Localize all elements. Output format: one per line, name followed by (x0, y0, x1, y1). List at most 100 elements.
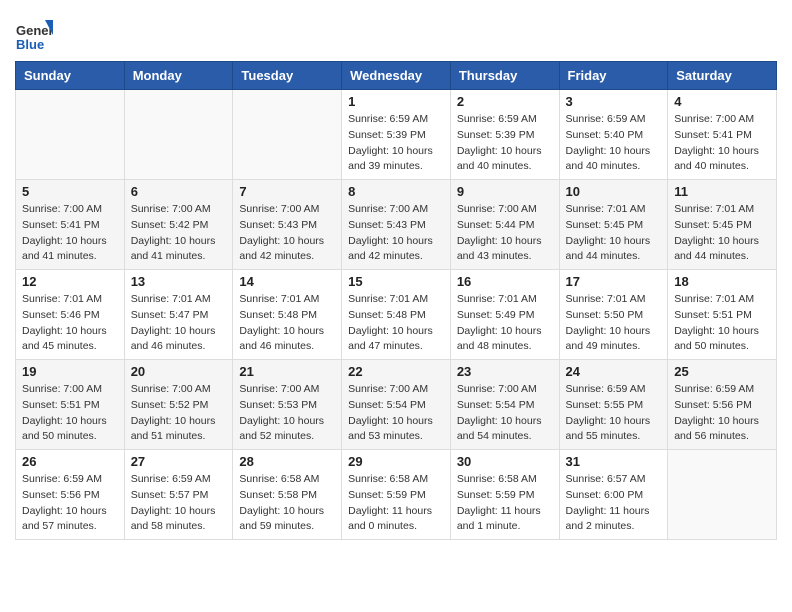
calendar-cell: 23 Sunrise: 7:00 AMSunset: 5:54 PMDayligh… (450, 360, 559, 450)
day-of-week-header: Thursday (450, 62, 559, 90)
calendar-cell: 10Sunrise: 7:01 AMSunset: 5:45 PMDayligh… (559, 180, 668, 270)
calendar-table: SundayMondayTuesdayWednesdayThursdayFrid… (15, 61, 777, 540)
day-info: Sunrise: 6:59 AMSunset: 5:56 PMDaylight:… (674, 382, 770, 445)
calendar-cell: 6 Sunrise: 7:00 AMSunset: 5:42 PMDaylight… (124, 180, 233, 270)
day-number: 19 (22, 364, 118, 379)
day-number: 18 (674, 274, 770, 289)
day-info: Sunrise: 7:01 AMSunset: 5:45 PMDaylight:… (674, 202, 770, 265)
calendar-cell: 19 Sunrise: 7:00 AMSunset: 5:51 PMDayligh… (16, 360, 125, 450)
day-number: 23 (457, 364, 553, 379)
day-number: 22 (348, 364, 444, 379)
day-of-week-header: Sunday (16, 62, 125, 90)
calendar-header-row: SundayMondayTuesdayWednesdayThursdayFrid… (16, 62, 777, 90)
day-info: Sunrise: 7:00 AMSunset: 5:54 PMDaylight:… (348, 382, 444, 445)
day-number: 24 (566, 364, 662, 379)
day-of-week-header: Saturday (668, 62, 777, 90)
day-number: 30 (457, 454, 553, 469)
calendar-cell: 8 Sunrise: 7:00 AMSunset: 5:43 PMDaylight… (342, 180, 451, 270)
day-number: 1 (348, 94, 444, 109)
day-info: Sunrise: 6:58 AMSunset: 5:59 PMDaylight:… (457, 472, 553, 535)
calendar-cell: 2 Sunrise: 6:59 AMSunset: 5:39 PMDaylight… (450, 90, 559, 180)
calendar-cell: 7 Sunrise: 7:00 AMSunset: 5:43 PMDaylight… (233, 180, 342, 270)
day-info: Sunrise: 7:00 AMSunset: 5:53 PMDaylight:… (239, 382, 335, 445)
day-info: Sunrise: 7:00 AMSunset: 5:43 PMDaylight:… (239, 202, 335, 265)
day-info: Sunrise: 6:59 AMSunset: 5:39 PMDaylight:… (348, 112, 444, 175)
day-info: Sunrise: 6:59 AMSunset: 5:55 PMDaylight:… (566, 382, 662, 445)
day-info: Sunrise: 7:00 AMSunset: 5:54 PMDaylight:… (457, 382, 553, 445)
logo-icon: General Blue (15, 15, 53, 53)
day-number: 29 (348, 454, 444, 469)
day-number: 20 (131, 364, 227, 379)
day-of-week-header: Tuesday (233, 62, 342, 90)
page-header: General Blue (15, 10, 777, 53)
calendar-week-row: 1 Sunrise: 6:59 AMSunset: 5:39 PMDaylight… (16, 90, 777, 180)
day-info: Sunrise: 7:00 AMSunset: 5:41 PMDaylight:… (674, 112, 770, 175)
day-number: 25 (674, 364, 770, 379)
calendar-cell: 11Sunrise: 7:01 AMSunset: 5:45 PMDayligh… (668, 180, 777, 270)
day-info: Sunrise: 7:00 AMSunset: 5:51 PMDaylight:… (22, 382, 118, 445)
day-info: Sunrise: 7:00 AMSunset: 5:42 PMDaylight:… (131, 202, 227, 265)
calendar-cell (668, 450, 777, 540)
day-number: 2 (457, 94, 553, 109)
day-number: 28 (239, 454, 335, 469)
day-info: Sunrise: 7:00 AMSunset: 5:44 PMDaylight:… (457, 202, 553, 265)
day-info: Sunrise: 6:59 AMSunset: 5:57 PMDaylight:… (131, 472, 227, 535)
day-number: 5 (22, 184, 118, 199)
calendar-cell: 14Sunrise: 7:01 AMSunset: 5:48 PMDayligh… (233, 270, 342, 360)
calendar-cell: 27 Sunrise: 6:59 AMSunset: 5:57 PMDayligh… (124, 450, 233, 540)
calendar-cell: 15Sunrise: 7:01 AMSunset: 5:48 PMDayligh… (342, 270, 451, 360)
day-number: 26 (22, 454, 118, 469)
calendar-cell: 20 Sunrise: 7:00 AMSunset: 5:52 PMDayligh… (124, 360, 233, 450)
svg-text:Blue: Blue (16, 37, 44, 52)
logo: General Blue (15, 15, 57, 53)
calendar-cell: 25 Sunrise: 6:59 AMSunset: 5:56 PMDayligh… (668, 360, 777, 450)
calendar-cell: 18Sunrise: 7:01 AMSunset: 5:51 PMDayligh… (668, 270, 777, 360)
svg-text:General: General (16, 23, 53, 38)
calendar-week-row: 5Sunrise: 7:00 AMSunset: 5:41 PMDaylight… (16, 180, 777, 270)
day-info: Sunrise: 6:58 AMSunset: 5:59 PMDaylight:… (348, 472, 444, 535)
day-number: 12 (22, 274, 118, 289)
day-info: Sunrise: 7:00 AMSunset: 5:43 PMDaylight:… (348, 202, 444, 265)
day-info: Sunrise: 7:01 AMSunset: 5:47 PMDaylight:… (131, 292, 227, 355)
calendar-cell (16, 90, 125, 180)
day-number: 27 (131, 454, 227, 469)
calendar-cell: 4 Sunrise: 7:00 AMSunset: 5:41 PMDaylight… (668, 90, 777, 180)
day-number: 14 (239, 274, 335, 289)
day-number: 16 (457, 274, 553, 289)
calendar-cell: 30 Sunrise: 6:58 AMSunset: 5:59 PMDayligh… (450, 450, 559, 540)
calendar-cell: 26 Sunrise: 6:59 AMSunset: 5:56 PMDayligh… (16, 450, 125, 540)
day-number: 6 (131, 184, 227, 199)
calendar-cell (233, 90, 342, 180)
day-number: 15 (348, 274, 444, 289)
day-info: Sunrise: 7:00 AMSunset: 5:52 PMDaylight:… (131, 382, 227, 445)
calendar-cell: 17 Sunrise: 7:01 AMSunset: 5:50 PMDayligh… (559, 270, 668, 360)
calendar-week-row: 26 Sunrise: 6:59 AMSunset: 5:56 PMDayligh… (16, 450, 777, 540)
day-number: 8 (348, 184, 444, 199)
calendar-cell: 21Sunrise: 7:00 AMSunset: 5:53 PMDayligh… (233, 360, 342, 450)
day-number: 9 (457, 184, 553, 199)
calendar-week-row: 19 Sunrise: 7:00 AMSunset: 5:51 PMDayligh… (16, 360, 777, 450)
day-number: 4 (674, 94, 770, 109)
calendar-cell: 29 Sunrise: 6:58 AMSunset: 5:59 PMDayligh… (342, 450, 451, 540)
day-info: Sunrise: 7:01 AMSunset: 5:45 PMDaylight:… (566, 202, 662, 265)
day-info: Sunrise: 7:01 AMSunset: 5:49 PMDaylight:… (457, 292, 553, 355)
day-number: 31 (566, 454, 662, 469)
day-info: Sunrise: 7:01 AMSunset: 5:50 PMDaylight:… (566, 292, 662, 355)
calendar-cell: 31 Sunrise: 6:57 AMSunset: 6:00 PMDayligh… (559, 450, 668, 540)
day-info: Sunrise: 6:59 AMSunset: 5:56 PMDaylight:… (22, 472, 118, 535)
calendar-week-row: 12Sunrise: 7:01 AMSunset: 5:46 PMDayligh… (16, 270, 777, 360)
calendar-cell: 12Sunrise: 7:01 AMSunset: 5:46 PMDayligh… (16, 270, 125, 360)
calendar-cell: 5Sunrise: 7:00 AMSunset: 5:41 PMDaylight… (16, 180, 125, 270)
calendar-cell: 28Sunrise: 6:58 AMSunset: 5:58 PMDayligh… (233, 450, 342, 540)
calendar-cell: 1 Sunrise: 6:59 AMSunset: 5:39 PMDaylight… (342, 90, 451, 180)
calendar-cell: 13Sunrise: 7:01 AMSunset: 5:47 PMDayligh… (124, 270, 233, 360)
calendar-cell: 24 Sunrise: 6:59 AMSunset: 5:55 PMDayligh… (559, 360, 668, 450)
calendar-cell: 9 Sunrise: 7:00 AMSunset: 5:44 PMDaylight… (450, 180, 559, 270)
day-of-week-header: Wednesday (342, 62, 451, 90)
calendar-cell (124, 90, 233, 180)
day-number: 7 (239, 184, 335, 199)
day-info: Sunrise: 6:59 AMSunset: 5:39 PMDaylight:… (457, 112, 553, 175)
day-number: 17 (566, 274, 662, 289)
day-number: 3 (566, 94, 662, 109)
day-info: Sunrise: 6:57 AMSunset: 6:00 PMDaylight:… (566, 472, 662, 535)
